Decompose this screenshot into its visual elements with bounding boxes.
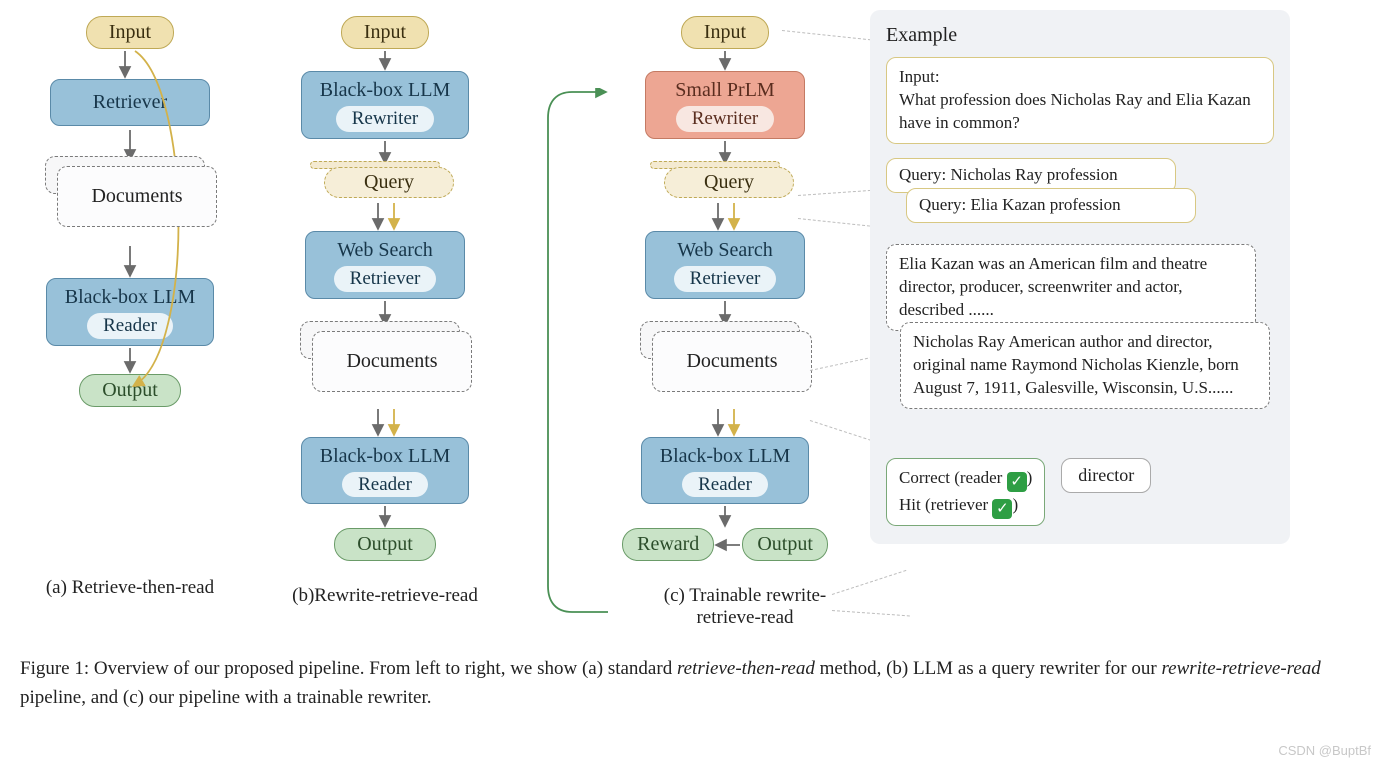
example-doc-stack: Elia Kazan was an American film and thea…: [886, 244, 1274, 444]
rewriter-sublabel: Rewriter: [336, 106, 434, 132]
arrow-twin: [708, 407, 742, 437]
reader-sublabel: Reader: [342, 472, 428, 498]
web-search-label: Web Search: [677, 239, 773, 261]
example-answer-box: director: [1061, 458, 1151, 493]
web-search-block: Web Search Retriever: [645, 231, 805, 299]
check-icon: ✓: [1007, 472, 1027, 492]
caption-a: (a) Retrieve-then-read: [46, 577, 214, 599]
caption-ital1: retrieve-then-read: [677, 658, 815, 679]
example-query-stack: Query: Nicholas Ray profession Query: El…: [886, 158, 1274, 230]
example-input-label: Input:: [899, 67, 940, 86]
paren: ): [1012, 495, 1018, 514]
caption-mid1: method, (b) LLM as a query rewriter for …: [815, 658, 1162, 679]
caption-b: (b)Rewrite-retrieve-read: [292, 585, 478, 607]
example-doc-1: Elia Kazan was an American film and thea…: [886, 244, 1256, 331]
query-stack: Query: [650, 165, 800, 201]
example-input-box: Input: What profession does Nicholas Ray…: [886, 57, 1274, 144]
small-prlm-label: Small PrLM: [675, 79, 774, 101]
arrow-input-retriever: [113, 49, 147, 79]
small-prlm-block: Small PrLM Rewriter: [645, 71, 805, 139]
output-node: Output: [334, 528, 436, 561]
input-node: Input: [681, 16, 769, 49]
example-result-row: Correct (reader ✓) Hit (retriever ✓) dir…: [886, 458, 1274, 527]
example-panel: Example Input: What profession does Nich…: [870, 10, 1290, 544]
caption-c: (c) Trainable rewrite-retrieve-read: [650, 585, 840, 629]
column-a: Input Retriever Documents Black-box LLM …: [20, 10, 240, 599]
example-result-box: Correct (reader ✓) Hit (retriever ✓): [886, 458, 1045, 527]
documents-stack: Documents: [45, 162, 215, 242]
arrow-twin: [708, 201, 742, 231]
query-stack: Query: [310, 165, 460, 201]
caption-mid2: pipeline, and (c) our pipeline with a tr…: [20, 687, 432, 708]
web-search-label: Web Search: [337, 239, 433, 261]
watermark: CSDN @BuptBf: [1278, 743, 1371, 758]
example-query-2: Query: Elia Kazan profession: [906, 188, 1196, 223]
column-c: Input Small PrLM Rewriter Query Web Sear…: [610, 10, 840, 629]
reader-sublabel: Reader: [682, 472, 768, 498]
arrow-twin: [368, 201, 402, 231]
example-doc-2: Nicholas Ray American author and directo…: [900, 322, 1270, 409]
reward-feedback-loop: [538, 88, 610, 618]
input-node: Input: [341, 16, 429, 49]
arrow: [715, 49, 735, 71]
caption-prefix: Figure 1: Overview of our proposed pipel…: [20, 658, 677, 679]
reward-node: Reward: [622, 528, 714, 561]
retriever-sublabel: Retriever: [334, 266, 437, 292]
figure-caption: Figure 1: Overview of our proposed pipel…: [20, 655, 1340, 712]
documents-stack: Documents: [300, 327, 470, 407]
example-input-text: What profession does Nicholas Ray and El…: [899, 90, 1251, 132]
caption-ital2: rewrite-retrieve-read: [1161, 658, 1320, 679]
rewriter-sublabel: Rewriter: [676, 106, 774, 132]
input-node: Input: [86, 16, 174, 49]
arrow: [375, 49, 395, 71]
paren: ): [1027, 468, 1033, 487]
arrow: [715, 504, 735, 528]
llm-reader-block: Black-box LLM Reader: [641, 437, 810, 505]
arrow-twin: [368, 407, 402, 437]
llm-label: Black-box LLM: [660, 445, 791, 467]
llm-label: Black-box LLM: [320, 445, 451, 467]
retriever-sublabel: Retriever: [674, 266, 777, 292]
correct-label: Correct (reader: [899, 468, 1007, 487]
figure-row: Input Retriever Documents Black-box LLM …: [20, 10, 1375, 629]
llm-reader-block: Black-box LLM Reader: [301, 437, 470, 505]
documents-stack: Documents: [640, 327, 810, 407]
arrow-output-reward: [714, 535, 742, 555]
arrow: [375, 504, 395, 528]
output-node: Output: [742, 528, 828, 561]
hit-label: Hit (retriever: [899, 495, 992, 514]
example-title: Example: [886, 24, 1274, 47]
check-icon: ✓: [992, 499, 1012, 519]
